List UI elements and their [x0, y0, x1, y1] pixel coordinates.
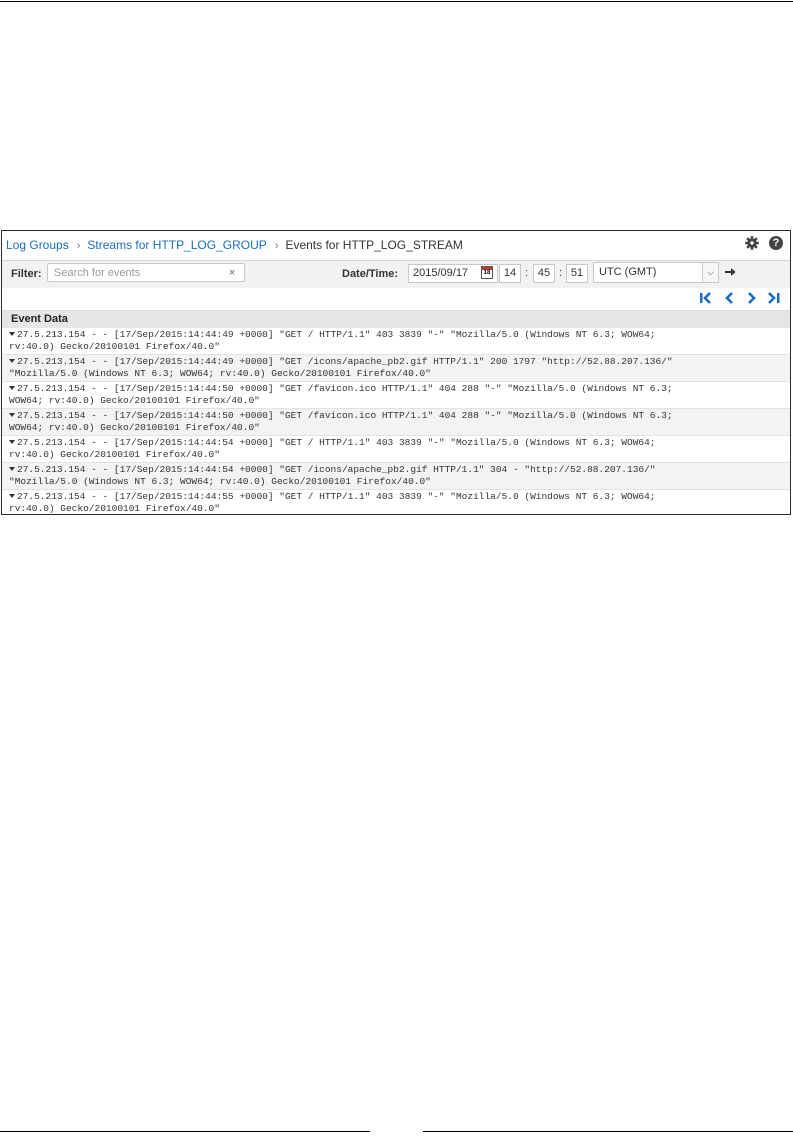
event-data-column-header: Event Data — [2, 310, 790, 328]
event-row[interactable]: 27.5.213.154 - - [17/Sep/2015:14:44:49 +… — [2, 328, 790, 355]
event-message-line-2: rv:40.0) Gecko/20100101 Firefox/40.0" — [9, 341, 220, 352]
second-field[interactable]: 51 — [566, 264, 588, 283]
event-message-line-2: rv:40.0) Gecko/20100101 Firefox/40.0" — [9, 503, 220, 514]
time-separator: : — [559, 267, 563, 279]
expand-triangle-icon[interactable] — [9, 332, 15, 336]
breadcrumb-separator-icon: › — [274, 240, 279, 252]
expand-triangle-icon[interactable] — [9, 359, 15, 363]
expand-triangle-icon[interactable] — [9, 467, 15, 471]
page-footer-rule-right — [423, 1131, 793, 1132]
event-message-line-2: WOW64; rv:40.0) Gecko/20100101 Firefox/4… — [9, 422, 260, 433]
event-row[interactable]: 27.5.213.154 - - [17/Sep/2015:14:44:50 +… — [2, 382, 790, 409]
event-message-line-2: WOW64; rv:40.0) Gecko/20100101 Firefox/4… — [9, 395, 260, 406]
first-page-icon[interactable] — [698, 291, 714, 305]
timezone-select[interactable]: UTC (GMT) ⌵ — [593, 262, 719, 283]
breadcrumb-log-groups[interactable]: Log Groups — [6, 238, 69, 252]
next-page-icon[interactable] — [743, 291, 759, 305]
event-row[interactable]: 27.5.213.154 - - [17/Sep/2015:14:44:50 +… — [2, 409, 790, 436]
arrow-right-icon[interactable] — [724, 265, 736, 279]
event-message-line-1: 27.5.213.154 - - [17/Sep/2015:14:44:50 +… — [17, 383, 673, 394]
last-page-icon[interactable] — [766, 291, 782, 305]
minute-field[interactable]: 45 — [533, 264, 555, 283]
event-data-header-label: Event Data — [11, 313, 68, 325]
event-row[interactable]: 27.5.213.154 - - [17/Sep/2015:14:44:49 +… — [2, 355, 790, 382]
event-message-line-1: 27.5.213.154 - - [17/Sep/2015:14:44:55 +… — [17, 491, 656, 502]
page-top-rule — [0, 1, 793, 2]
filter-bar: Filter: × Date/Time: 2015/09/17 18 14 : … — [2, 261, 790, 288]
timezone-value: UTC (GMT) — [599, 266, 657, 278]
event-message-line-1: 27.5.213.154 - - [17/Sep/2015:14:44:54 +… — [17, 464, 656, 475]
event-message-line-2: "Mozilla/5.0 (Windows NT 6.3; WOW64; rv:… — [9, 476, 431, 487]
event-message-line-1: 27.5.213.154 - - [17/Sep/2015:14:44:49 +… — [17, 329, 656, 340]
close-icon[interactable]: × — [229, 267, 235, 279]
event-list: 27.5.213.154 - - [17/Sep/2015:14:44:49 +… — [2, 328, 790, 514]
event-message-line-2: rv:40.0) Gecko/20100101 Firefox/40.0" — [9, 449, 220, 460]
calendar-icon[interactable]: 18 — [481, 266, 493, 279]
event-message-line-1: 27.5.213.154 - - [17/Sep/2015:14:44:50 +… — [17, 410, 673, 421]
breadcrumb-bar: Log Groups › Streams for HTTP_LOG_GROUP › Ev… — [2, 231, 790, 261]
breadcrumb-current-events: Events for HTTP_LOG_STREAM — [285, 238, 463, 252]
expand-triangle-icon[interactable] — [9, 413, 15, 417]
previous-page-icon[interactable] — [722, 291, 738, 305]
event-row[interactable]: 27.5.213.154 - - [17/Sep/2015:14:44:54 +… — [2, 463, 790, 490]
gear-icon[interactable] — [744, 235, 760, 251]
hour-field[interactable]: 14 — [499, 264, 521, 283]
expand-triangle-icon[interactable] — [9, 494, 15, 498]
event-row[interactable]: 27.5.213.154 - - [17/Sep/2015:14:44:55 +… — [2, 490, 790, 514]
breadcrumb-separator-icon: › — [76, 240, 81, 252]
search-events-input[interactable] — [47, 263, 245, 282]
event-message-line-1: 27.5.213.154 - - [17/Sep/2015:14:44:54 +… — [17, 437, 656, 448]
expand-triangle-icon[interactable] — [9, 440, 15, 444]
chevron-down-icon[interactable]: ⌵ — [702, 263, 718, 282]
breadcrumb-streams[interactable]: Streams for HTTP_LOG_GROUP — [87, 238, 266, 252]
expand-triangle-icon[interactable] — [9, 386, 15, 390]
help-icon[interactable]: ? — [769, 236, 783, 250]
filter-label: Filter: — [11, 268, 42, 280]
event-message-line-2: "Mozilla/5.0 (Windows NT 6.3; WOW64; rv:… — [9, 368, 431, 379]
pagination — [698, 291, 788, 305]
breadcrumb: Log Groups › Streams for HTTP_LOG_GROUP › Ev… — [6, 238, 463, 252]
page-footer-rule-left — [0, 1131, 370, 1132]
panel-toolbar: ? — [740, 235, 790, 253]
calendar-icon-day: 18 — [483, 270, 491, 276]
cloudwatch-logs-panel: Log Groups › Streams for HTTP_LOG_GROUP › Ev… — [1, 230, 791, 515]
datetime-label: Date/Time: — [342, 268, 399, 280]
event-row[interactable]: 27.5.213.154 - - [17/Sep/2015:14:44:54 +… — [2, 436, 790, 463]
time-separator: : — [525, 267, 529, 279]
event-message-line-1: 27.5.213.154 - - [17/Sep/2015:14:44:49 +… — [17, 356, 673, 367]
